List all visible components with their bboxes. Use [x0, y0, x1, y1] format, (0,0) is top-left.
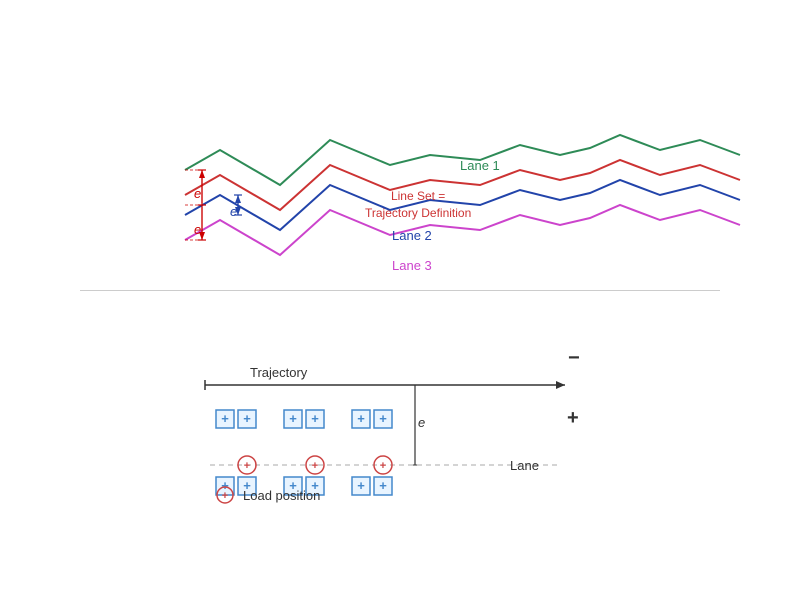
svg-text:+: +: [312, 460, 318, 472]
load-position-label: Load position: [243, 488, 320, 503]
e-label-top-1: e: [194, 186, 201, 201]
svg-text:+: +: [357, 411, 365, 426]
e-label-top-3: e: [194, 222, 201, 237]
load-position-legend: + Load position: [215, 485, 320, 505]
bottom-diagram: + + + + + + + + + + + + + + +: [0, 310, 800, 590]
svg-text:+: +: [379, 411, 387, 426]
bottom-section: + + + + + + + + + + + + + + +: [0, 310, 800, 590]
svg-text:+: +: [311, 411, 319, 426]
top-section: e e e Lane 1 Line Set = Trajectory Defin…: [0, 40, 800, 300]
e-label-top-2: e: [230, 204, 237, 219]
svg-text:+: +: [357, 478, 365, 493]
svg-text:+: +: [243, 411, 251, 426]
load-position-icon: +: [215, 485, 235, 505]
plus-label: +: [567, 407, 579, 430]
minus-label: −: [568, 347, 580, 370]
svg-text:+: +: [244, 460, 250, 472]
trajectory-label: Trajectory: [250, 365, 307, 380]
svg-text:+: +: [289, 411, 297, 426]
lane-label-bottom: Lane: [510, 458, 539, 473]
lane1-label: Lane 1: [460, 158, 500, 173]
e-label-bottom: e: [418, 415, 425, 430]
svg-text:+: +: [221, 411, 229, 426]
lane3-label: Lane 3: [392, 258, 432, 273]
section-divider: [80, 290, 720, 291]
lineset-label: Line Set = Trajectory Definition: [365, 188, 471, 222]
svg-text:+: +: [222, 490, 228, 502]
svg-text:+: +: [379, 478, 387, 493]
lineset-text: Line Set = Trajectory Definition: [365, 189, 471, 220]
lane2-label: Lane 2: [392, 228, 432, 243]
svg-text:+: +: [380, 460, 386, 472]
